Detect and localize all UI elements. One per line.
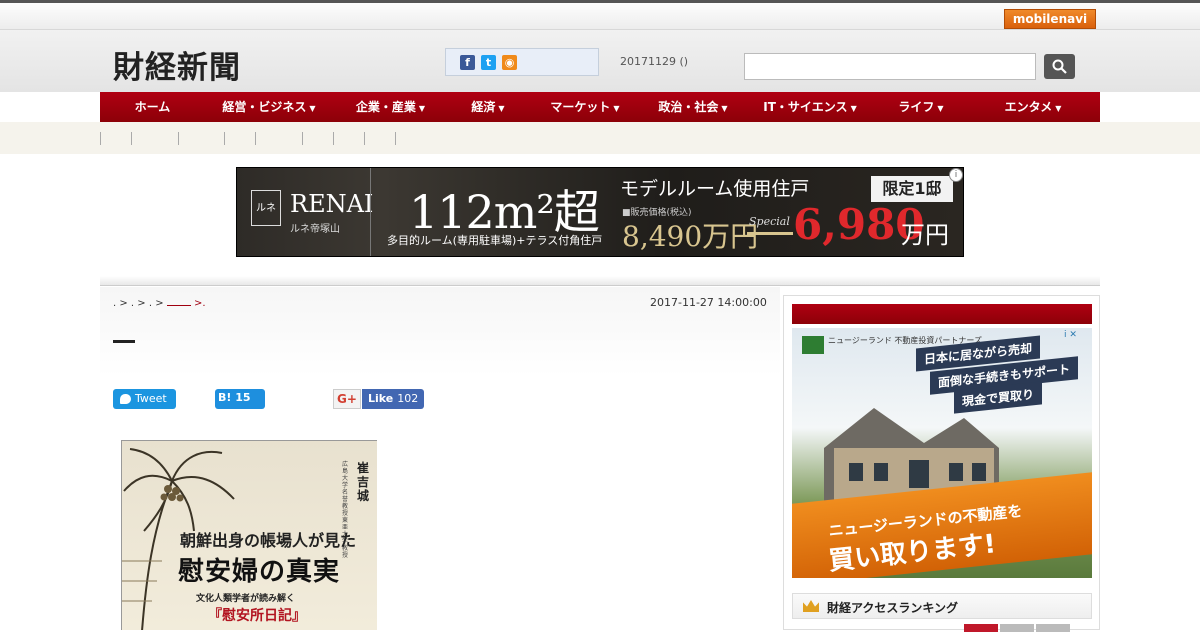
caret-down-icon: ▼ bbox=[613, 104, 620, 113]
ad-price-unit: 万円 bbox=[901, 221, 949, 249]
subnav-divider bbox=[100, 132, 101, 145]
search-button[interactable] bbox=[1044, 54, 1075, 79]
nav-item-business[interactable]: 経営・ビジネス ▼ bbox=[205, 92, 333, 122]
nav-item-market[interactable]: マーケット ▼ bbox=[528, 92, 642, 122]
tweet-label: Tweet bbox=[135, 392, 167, 405]
rss-icon[interactable]: ◉ bbox=[502, 55, 517, 70]
book-cover-image[interactable]: 広島大学名誉教授 東亜大学教授 崔吉城 朝鮮出身の帳場人が見た 慰安婦の真実 文… bbox=[121, 440, 377, 630]
ranking-tab-2[interactable] bbox=[1000, 624, 1034, 632]
subnav-divider bbox=[255, 132, 256, 145]
crown-icon bbox=[803, 600, 819, 612]
social-links: f t ◉ bbox=[445, 48, 599, 76]
breadcrumb-link[interactable] bbox=[166, 305, 191, 306]
search-icon bbox=[1052, 59, 1067, 74]
current-date: 20171129 () bbox=[620, 55, 689, 68]
ad-size-sub: 多目的ルーム(専用駐車場)+テラス付角住戸 bbox=[387, 234, 603, 247]
book-subtitle-red: 『慰安所日記』 bbox=[208, 608, 306, 624]
main-nav: ホーム 経営・ビジネス ▼ 企業・産業 ▼ 経済 ▼ マーケット ▼ 政治・社会 ▼ IT… bbox=[100, 92, 1100, 122]
caret-down-icon: ▼ bbox=[721, 104, 728, 113]
nav-label: 経済 bbox=[471, 100, 496, 114]
nav-item-industry[interactable]: 企業・産業 ▼ bbox=[333, 92, 448, 122]
subnav-divider bbox=[178, 132, 179, 145]
ranking-title: 財経アクセスランキング bbox=[827, 601, 959, 615]
ad-price-old: 8,490万円 bbox=[622, 220, 759, 253]
nav-label: 企業・産業 bbox=[355, 100, 416, 114]
breadcrumb-tail: >. bbox=[193, 298, 206, 309]
like-label: Like bbox=[368, 392, 394, 405]
ad-brand-sub: ルネ帝塚山 bbox=[290, 224, 340, 235]
nav-label: マーケット bbox=[550, 100, 611, 114]
google-plus-button[interactable]: G+ bbox=[333, 389, 361, 409]
nav-label: 経営・ビジネス bbox=[222, 100, 307, 114]
twitter-icon[interactable]: t bbox=[481, 55, 496, 70]
nav-label: 政治・社会 bbox=[658, 100, 719, 114]
like-count: 102 bbox=[397, 392, 419, 405]
ranking-tab-3[interactable] bbox=[1036, 624, 1070, 632]
nav-item-economy[interactable]: 経済 ▼ bbox=[448, 92, 528, 122]
nav-label: ホーム bbox=[134, 100, 171, 114]
book-subtitle: 文化人類学者が読み解く bbox=[196, 594, 296, 604]
sidebar-header-bar bbox=[792, 304, 1092, 324]
article-date: 2017-11-27 14:00:00 bbox=[650, 296, 767, 309]
nav-item-politics[interactable]: 政治・社会 ▼ bbox=[642, 92, 744, 122]
tweet-button[interactable]: Tweet bbox=[113, 389, 176, 409]
site-logo[interactable]: 財経新聞 bbox=[113, 42, 241, 87]
arrow-right-icon bbox=[747, 232, 793, 235]
top-bar: mobilenavi bbox=[0, 0, 1200, 30]
sidebar: ニュージーランド 不動産投資パートナーズ i ✕ 日本に居ながら売却 面倒な手続… bbox=[783, 295, 1100, 632]
subnav-divider bbox=[364, 132, 365, 145]
subnav-divider bbox=[395, 132, 396, 145]
caret-down-icon: ▼ bbox=[418, 104, 426, 113]
article-title-mark bbox=[113, 340, 135, 343]
renai-logo: ルネ bbox=[251, 190, 281, 226]
ad-brand: RENAI bbox=[290, 190, 374, 218]
nav-item-home[interactable]: ホーム bbox=[100, 92, 205, 122]
caret-down-icon: ▼ bbox=[498, 104, 505, 113]
ranking-tab-1[interactable] bbox=[964, 624, 998, 632]
nav-item-entame[interactable]: エンタメ ▼ bbox=[966, 92, 1100, 122]
search-input[interactable] bbox=[744, 53, 1036, 80]
facebook-like-button[interactable]: Like 102 bbox=[362, 389, 424, 409]
ranking-header: 財経アクセスランキング bbox=[792, 593, 1092, 619]
nav-label: IT・サイエンス bbox=[763, 100, 848, 114]
hatena-bookmark-button[interactable]: B! 15 bbox=[215, 389, 265, 409]
ad-banner[interactable]: ルネ RENAI ルネ帝塚山 112m²超 多目的ルーム(専用駐車場)+テラス付… bbox=[236, 167, 964, 257]
nav-item-life[interactable]: ライフ ▼ bbox=[876, 92, 966, 122]
mobilenavi-link[interactable]: mobilenavi bbox=[1004, 9, 1096, 29]
sub-nav bbox=[0, 122, 1200, 154]
ad-model: モデルルーム使用住戸 bbox=[620, 178, 810, 200]
book-title-line2: 慰安婦の真実 bbox=[178, 557, 341, 587]
nav-item-it-science[interactable]: IT・サイエンス ▼ bbox=[744, 92, 876, 122]
caret-down-icon: ▼ bbox=[309, 104, 316, 113]
caret-down-icon: ▼ bbox=[850, 104, 857, 113]
subnav-divider bbox=[131, 132, 132, 145]
sidebar-ad[interactable]: ニュージーランド 不動産投資パートナーズ i ✕ 日本に居ながら売却 面倒な手続… bbox=[792, 328, 1092, 578]
site-header: 財経新聞 f t ◉ 20171129 () bbox=[0, 30, 1200, 92]
caret-down-icon: ▼ bbox=[1055, 104, 1062, 113]
twitter-bird-icon bbox=[120, 394, 131, 404]
company-logo bbox=[802, 336, 824, 354]
book-title-line1: 朝鮮出身の帳場人が見た bbox=[180, 531, 357, 550]
nav-label: ライフ bbox=[898, 100, 935, 114]
subnav-divider bbox=[333, 132, 334, 145]
ad-divider bbox=[370, 168, 371, 256]
breadcrumb: . > . > . > >. bbox=[113, 298, 206, 309]
ad-choices-icon[interactable]: i ✕ bbox=[1064, 330, 1090, 342]
caret-down-icon: ▼ bbox=[937, 104, 944, 113]
ad-special: Special bbox=[749, 215, 790, 228]
facebook-icon[interactable]: f bbox=[460, 55, 475, 70]
nav-label: エンタメ bbox=[1004, 100, 1053, 114]
ad-limited-badge: 限定1邸 bbox=[871, 176, 953, 202]
content-top-bar bbox=[100, 276, 1100, 286]
subnav-divider bbox=[302, 132, 303, 145]
ad-info-icon[interactable]: i bbox=[949, 168, 963, 182]
book-author: 崔吉城 bbox=[356, 461, 369, 503]
breadcrumb-path: . > . > . > bbox=[113, 298, 164, 309]
subnav-divider bbox=[224, 132, 225, 145]
